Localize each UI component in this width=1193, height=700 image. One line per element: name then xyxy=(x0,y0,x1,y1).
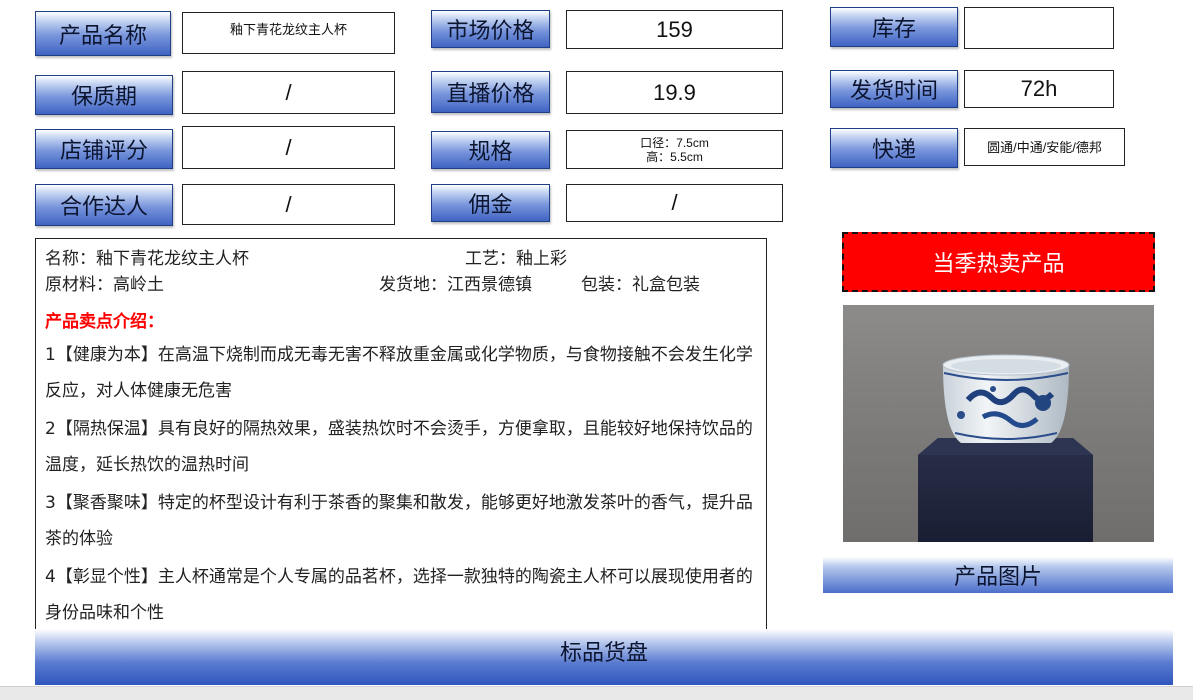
desc-origin: 发货地：江西景德镇 xyxy=(379,275,532,295)
product-photo-caption: 产品图片 xyxy=(823,557,1173,593)
stock-field[interactable] xyxy=(964,7,1114,49)
footer-title-bar: 标品货盘 xyxy=(35,629,1173,685)
desc-name: 名称：釉下青花龙纹主人杯 xyxy=(45,249,249,269)
product-name-label: 产品名称 xyxy=(35,11,171,56)
express-label: 快递 xyxy=(830,128,958,168)
desc-craft: 工艺：釉上彩 xyxy=(465,249,567,269)
desc-material: 原材料：高岭土 xyxy=(45,275,164,295)
ship-time-label: 发货时间 xyxy=(830,70,958,108)
commission-label: 佣金 xyxy=(431,184,550,222)
selling-points-title: 产品卖点介绍： xyxy=(45,312,164,332)
shop-score-field[interactable]: / xyxy=(182,126,395,169)
spec-field[interactable]: 口径：7.5cm 高：5.5cm xyxy=(566,130,783,169)
hot-seller-badge: 当季热卖产品 xyxy=(842,232,1155,292)
selling-point-4: 4【彰显个性】主人杯通常是个人专属的品茗杯，选择一款独特的陶瓷主人杯可以展现使用… xyxy=(45,567,753,623)
product-description-panel: 名称：釉下青花龙纹主人杯 工艺：釉上彩 原材料：高岭土 发货地：江西景德镇 包装… xyxy=(35,238,767,632)
commission-field[interactable]: / xyxy=(566,184,783,222)
product-photo xyxy=(843,305,1154,542)
bottom-scroll-strip xyxy=(0,686,1193,700)
spec-height: 高：5.5cm xyxy=(646,149,703,164)
express-field[interactable]: 圆通/中通/安能/德邦 xyxy=(964,128,1125,166)
partner-field[interactable]: / xyxy=(182,184,395,225)
live-price-field[interactable]: 19.9 xyxy=(566,71,783,114)
spec-diameter: 口径：7.5cm xyxy=(640,135,709,150)
teacup-image xyxy=(843,305,1154,542)
ship-time-field[interactable]: 72h xyxy=(964,70,1114,108)
spec-label: 规格 xyxy=(431,131,550,169)
live-price-label: 直播价格 xyxy=(431,71,550,113)
market-price-label: 市场价格 xyxy=(431,10,550,48)
selling-point-2: 2【隔热保温】具有良好的隔热效果，盛装热饮时不会烫手，方便拿取，且能较好地保持饮… xyxy=(45,419,753,475)
stock-label: 库存 xyxy=(830,7,958,47)
selling-point-3: 3【聚香聚味】特定的杯型设计有利于茶香的聚集和散发，能够更好地激发茶叶的香气，提… xyxy=(45,493,753,549)
shelf-life-field[interactable]: / xyxy=(182,71,395,114)
product-name-field[interactable]: 釉下青花龙纹主人杯 xyxy=(182,12,395,54)
desc-package: 包装：礼盒包装 xyxy=(581,275,700,295)
shelf-life-label: 保质期 xyxy=(35,75,173,115)
partner-label: 合作达人 xyxy=(35,184,173,226)
market-price-field[interactable]: 159 xyxy=(566,10,783,49)
shop-score-label: 店铺评分 xyxy=(35,129,173,169)
selling-point-1: 1【健康为本】在高温下烧制而成无毒无害不释放重金属或化学物质，与食物接触不会发生… xyxy=(45,345,753,401)
